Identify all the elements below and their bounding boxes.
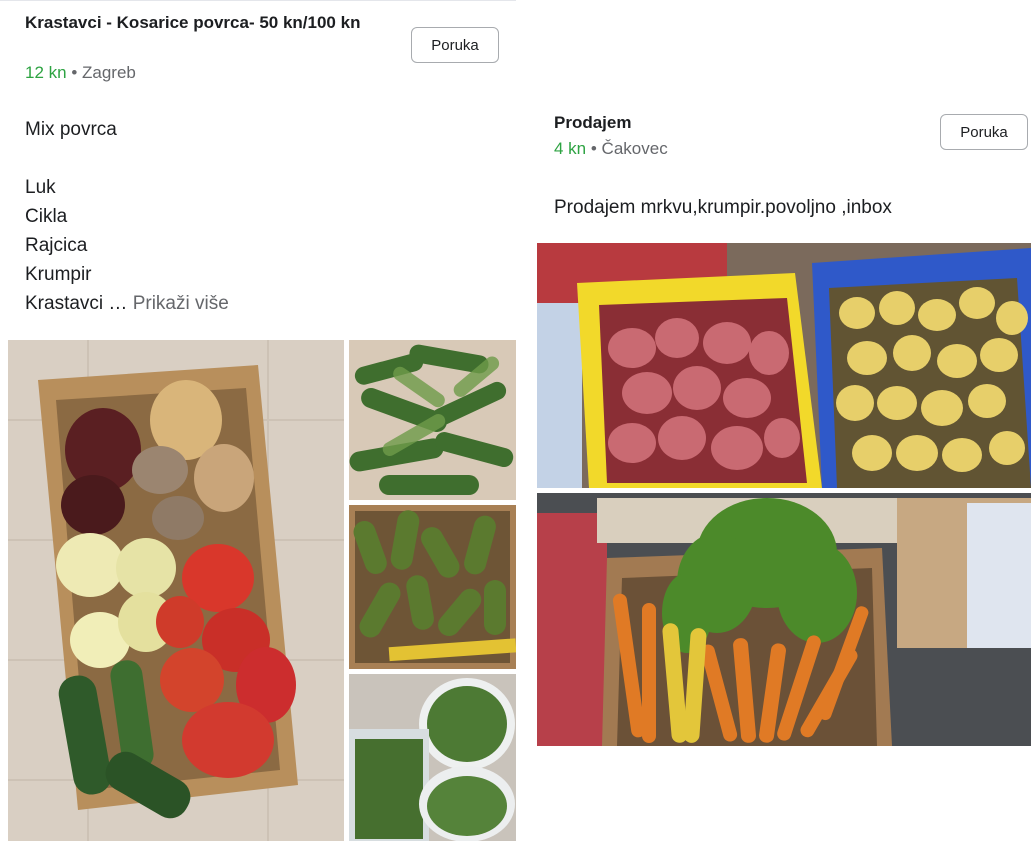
mixed-vegetables-photo xyxy=(8,340,344,841)
description-line: Luk xyxy=(25,177,56,198)
carrots-box-photo xyxy=(537,493,1031,746)
listing-meta: 4 kn • Čakovec xyxy=(554,138,668,159)
listing-post-left: Krastavci - Kosarice povrca- 50 kn/100 k… xyxy=(0,0,520,841)
message-button[interactable]: Poruka xyxy=(411,27,499,63)
listing-photo-thumb-2[interactable] xyxy=(349,505,516,669)
description-line: Prodajem mrkvu,krumpir.povoljno ,inbox xyxy=(554,197,892,218)
description-line: Krumpir xyxy=(25,264,92,285)
listing-post-right: Prodajem 4 kn • Čakovec Poruka Prodajem … xyxy=(537,0,1031,841)
pickling-cucumbers-photo xyxy=(349,505,516,669)
see-more-link[interactable]: Prikaži više xyxy=(133,293,229,314)
description-line xyxy=(25,144,229,173)
meta-separator: • xyxy=(586,139,602,158)
listing-photo-thumb-3[interactable] xyxy=(349,674,516,841)
potato-crates-photo xyxy=(537,243,1031,488)
description-truncated-text: Krastavci … xyxy=(25,293,128,314)
listing-meta: 12 kn • Zagreb xyxy=(25,62,136,83)
description-line: Rajcica xyxy=(25,235,88,256)
listing-location: Zagreb xyxy=(82,63,136,82)
cucumber-buckets-photo xyxy=(349,674,516,841)
meta-separator: • xyxy=(66,63,82,82)
listing-description: Mix povrca Luk Cikla Rajcica Krumpir Kra… xyxy=(25,115,229,318)
listing-title[interactable]: Prodajem xyxy=(554,112,894,133)
message-button[interactable]: Poruka xyxy=(940,114,1028,150)
listing-photo-main[interactable] xyxy=(8,340,344,841)
listing-description: Prodajem mrkvu,krumpir.povoljno ,inbox xyxy=(554,193,892,222)
description-line: Mix povrca xyxy=(25,119,117,140)
listing-price: 4 kn xyxy=(554,139,587,158)
description-last-line: Krastavci … Prikaži više xyxy=(25,289,229,318)
listing-photo-bottom[interactable] xyxy=(537,493,1031,746)
listing-photo-top[interactable] xyxy=(537,243,1031,488)
listing-photo-thumb-1[interactable] xyxy=(349,340,516,500)
description-line: Cikla xyxy=(25,206,68,227)
cucumbers-pile-photo xyxy=(349,340,516,500)
listing-title[interactable]: Krastavci - Kosarice povrca- 50 kn/100 k… xyxy=(25,12,397,33)
listing-location: Čakovec xyxy=(601,139,668,158)
listing-price: 12 kn xyxy=(25,63,67,82)
